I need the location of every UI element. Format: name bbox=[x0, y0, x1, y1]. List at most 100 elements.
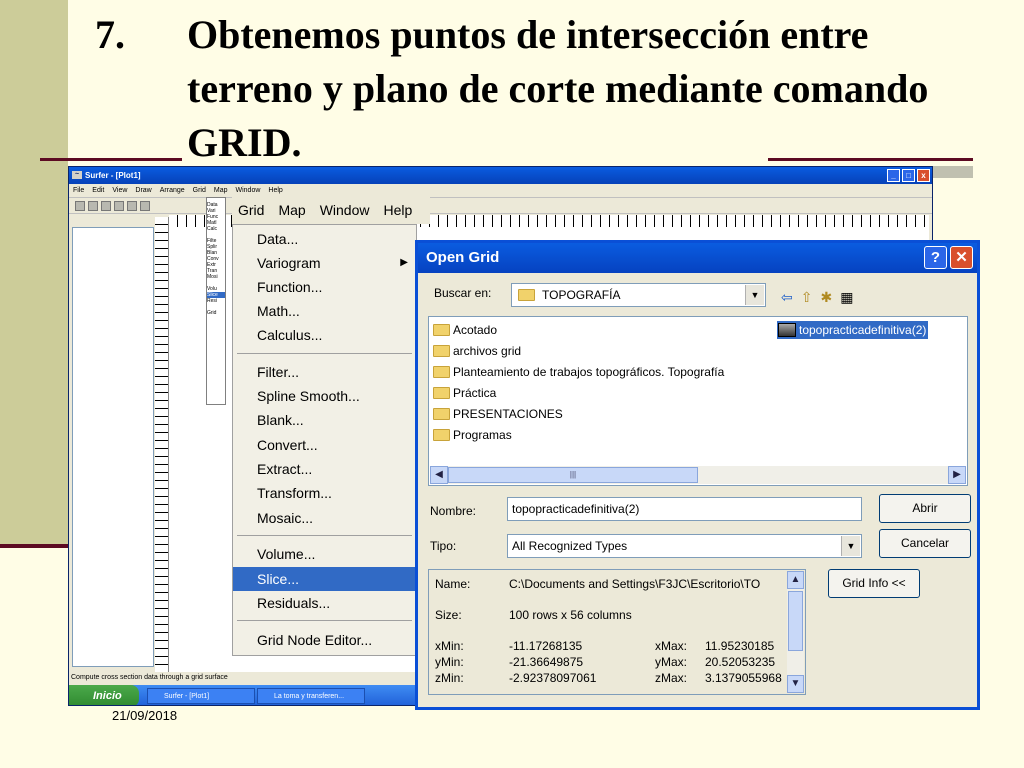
menu-item-math[interactable]: Math... bbox=[233, 299, 416, 323]
object-manager-panel[interactable] bbox=[72, 227, 154, 667]
close-button[interactable]: x bbox=[917, 169, 930, 182]
menu-item-calculus[interactable]: Calculus... bbox=[233, 323, 416, 347]
folder-name: PRESENTACIONES bbox=[453, 407, 563, 421]
menu-item-residuals[interactable]: Residuals... bbox=[233, 591, 416, 615]
menu-item-function[interactable]: Function... bbox=[233, 275, 416, 299]
menu-item-grid-node-editor[interactable]: Grid Node Editor... bbox=[233, 628, 416, 652]
maximize-button[interactable]: □ bbox=[902, 169, 915, 182]
scroll-right-icon[interactable]: ▶ bbox=[948, 466, 966, 484]
menu-item-variogram-label: Variogram bbox=[257, 255, 321, 271]
folder-name: archivos grid bbox=[453, 344, 522, 358]
menu-help-zoom[interactable]: Help bbox=[383, 196, 412, 224]
small-grid-menu: Data Vari Func Matl Calc Filte Splir Bla… bbox=[206, 197, 226, 405]
menu-item-blank[interactable]: Blank... bbox=[233, 408, 416, 432]
back-icon[interactable]: ⇦ bbox=[781, 289, 793, 306]
up-folder-icon[interactable]: ⇧ bbox=[801, 289, 813, 306]
menu-item-data[interactable]: Data... bbox=[233, 227, 416, 251]
folder-name: Planteamiento de trabajos topográficos. … bbox=[453, 365, 725, 379]
menu-item-mosaic[interactable]: Mosaic... bbox=[233, 506, 416, 530]
folder-icon bbox=[433, 324, 450, 336]
horizontal-scrollbar[interactable]: ◀ ||| ▶ bbox=[430, 466, 966, 484]
look-in-combo[interactable]: TOPOGRAFÍA ▼ bbox=[511, 283, 766, 307]
menu-item-variogram[interactable]: Variogram ▶ bbox=[233, 251, 416, 275]
new-folder-icon[interactable]: ✱ bbox=[820, 289, 832, 306]
grid-info-button[interactable]: Grid Info << bbox=[828, 569, 920, 598]
scroll-down-icon[interactable]: ▼ bbox=[787, 675, 804, 693]
slide-date: 21/09/2018 bbox=[112, 708, 178, 723]
chevron-down-icon[interactable]: ▼ bbox=[745, 285, 764, 305]
menu-item-slice[interactable]: Slice... bbox=[233, 567, 416, 591]
name-label: Nombre: bbox=[430, 504, 477, 518]
submenu-arrow-icon: ▶ bbox=[400, 257, 408, 268]
grid-file-name: topopracticadefinitiva(2) bbox=[799, 323, 927, 337]
info-zmax-value: 3.1379055968 bbox=[705, 671, 782, 685]
info-xmax-label: xMax: bbox=[655, 639, 688, 653]
look-in-label: Buscar en: bbox=[434, 286, 492, 300]
list-item-folder[interactable]: Acotado bbox=[433, 320, 497, 340]
list-item-folder[interactable]: PRESENTACIONES bbox=[433, 404, 563, 424]
info-xmax-value: 11.95230185 bbox=[705, 639, 775, 653]
menu-arrange[interactable]: Arrange bbox=[160, 184, 185, 197]
dialog-close-button[interactable]: ✕ bbox=[950, 246, 973, 269]
menu-grid[interactable]: Grid bbox=[193, 184, 206, 197]
taskbar-item-document[interactable]: La toma y transferen... bbox=[257, 688, 365, 704]
menu-item-spline-smooth[interactable]: Spline Smooth... bbox=[233, 384, 416, 408]
info-zmax-label: zMax: bbox=[655, 671, 688, 685]
info-zmin-label: zMin: bbox=[435, 671, 464, 685]
list-item-folder[interactable]: Práctica bbox=[433, 383, 496, 403]
info-xmin-label: xMin: bbox=[435, 639, 464, 653]
chevron-down-icon[interactable]: ▼ bbox=[841, 536, 860, 556]
menu-item-filter[interactable]: Filter... bbox=[233, 360, 416, 384]
file-list[interactable]: Acotado archivos grid Planteamiento de t… bbox=[428, 316, 968, 486]
scroll-thumb[interactable] bbox=[788, 591, 803, 651]
slide-number: 7. bbox=[95, 12, 125, 57]
menu-draw[interactable]: Draw bbox=[135, 184, 151, 197]
menu-file[interactable]: File bbox=[73, 184, 84, 197]
folder-icon bbox=[433, 408, 450, 420]
dialog-title-bar: Open Grid ? ✕ bbox=[418, 243, 977, 273]
scroll-thumb[interactable]: ||| bbox=[448, 467, 698, 483]
menu-item-convert[interactable]: Convert... bbox=[233, 433, 416, 457]
save-icon[interactable] bbox=[101, 200, 111, 211]
menu-grid-zoom[interactable]: Grid bbox=[238, 196, 264, 224]
scroll-up-icon[interactable]: ▲ bbox=[787, 571, 804, 589]
menu-window-zoom[interactable]: Window bbox=[320, 196, 370, 224]
mini-item: Resi bbox=[207, 298, 218, 304]
cancel-button[interactable]: Cancelar bbox=[879, 529, 971, 558]
file-type-select[interactable]: All Recognized Types ▼ bbox=[507, 534, 862, 558]
cut-icon[interactable] bbox=[127, 200, 137, 211]
open-icon[interactable] bbox=[88, 200, 98, 211]
menu-map-zoom[interactable]: Map bbox=[278, 196, 305, 224]
info-vertical-scrollbar[interactable]: ▲ ▼ bbox=[787, 571, 804, 693]
copy-icon[interactable] bbox=[140, 200, 150, 211]
mini-item: Calc bbox=[207, 226, 218, 232]
surfer-toolbar bbox=[69, 198, 932, 214]
menu-edit[interactable]: Edit bbox=[92, 184, 104, 197]
start-button[interactable]: Inicio bbox=[69, 685, 139, 705]
new-icon[interactable] bbox=[75, 200, 85, 211]
surfer-window-title: Surfer - [Plot1] bbox=[85, 171, 141, 180]
scroll-left-icon[interactable]: ◀ bbox=[430, 466, 448, 484]
menu-view[interactable]: View bbox=[112, 184, 127, 197]
grid-menu-bar-zoom: Grid Map Window Help bbox=[232, 196, 430, 224]
menu-item-transform[interactable]: Transform... bbox=[233, 481, 416, 505]
help-button[interactable]: ? bbox=[924, 246, 947, 269]
list-item-folder[interactable]: archivos grid bbox=[433, 341, 521, 361]
open-button[interactable]: Abrir bbox=[879, 494, 971, 523]
file-name-input[interactable]: topopracticadefinitiva(2) bbox=[507, 497, 862, 521]
list-item-grid-file[interactable]: topopracticadefinitiva(2) bbox=[777, 321, 929, 339]
menu-item-volume[interactable]: Volume... bbox=[233, 542, 416, 566]
taskbar-item-surfer[interactable]: Surfer - [Plot1] bbox=[147, 688, 255, 704]
minimize-button[interactable]: _ bbox=[887, 169, 900, 182]
mini-item: Grid bbox=[207, 310, 217, 316]
info-name-value: C:\Documents and Settings\F3JC\Escritori… bbox=[509, 577, 761, 591]
info-size-label: Size: bbox=[435, 608, 462, 622]
dialog-title: Open Grid bbox=[426, 249, 500, 266]
folder-name: Práctica bbox=[453, 386, 497, 400]
list-item-folder[interactable]: Programas bbox=[433, 425, 512, 445]
view-menu-icon[interactable]: ▦ bbox=[840, 289, 853, 306]
menu-map[interactable]: Map bbox=[214, 184, 228, 197]
menu-item-extract[interactable]: Extract... bbox=[233, 457, 416, 481]
list-item-folder[interactable]: Planteamiento de trabajos topográficos. … bbox=[433, 362, 724, 382]
print-icon[interactable] bbox=[114, 200, 124, 211]
